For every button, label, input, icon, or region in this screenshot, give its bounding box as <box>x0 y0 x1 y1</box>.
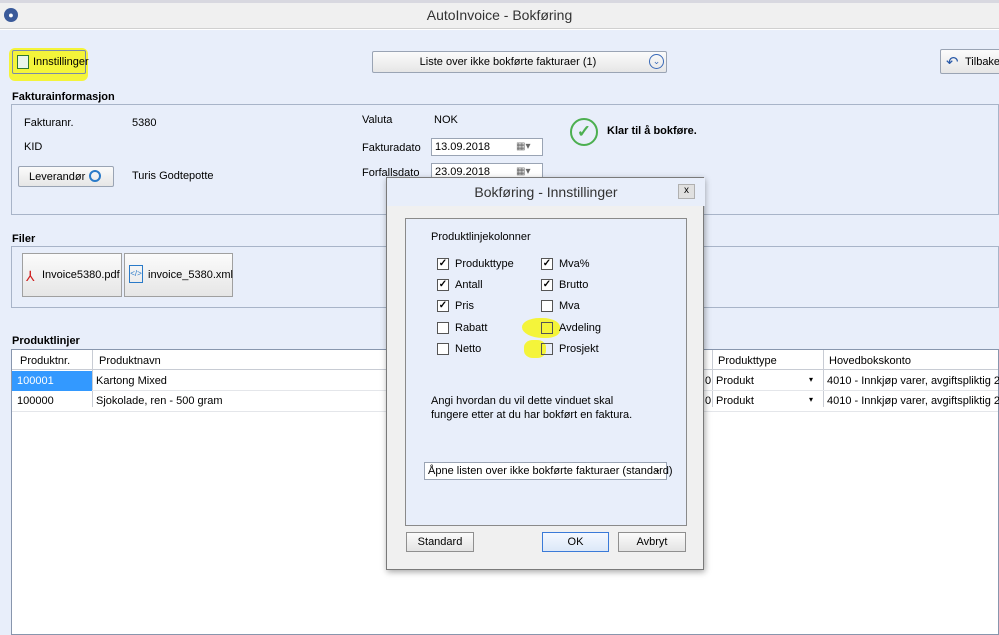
product-lines-title: Produktlinjer <box>12 335 80 347</box>
option-produkttype-label: Produkttype <box>455 258 514 270</box>
cell-product-type[interactable]: Produkt <box>716 375 754 387</box>
xml-file-icon: </> <box>129 265 143 283</box>
kid-label: KID <box>24 141 43 153</box>
after-posting-select[interactable]: Åpne listen over ikke bokførte fakturaer… <box>424 462 673 480</box>
settings-icon <box>17 55 29 69</box>
checkbox-rabatt[interactable] <box>437 322 449 334</box>
settings-button[interactable]: Innstillinger <box>12 50 89 74</box>
status-text: Klar til å bokføre. <box>607 125 697 137</box>
after-posting-value: Åpne listen over ikke bokførte fakturaer… <box>428 465 673 477</box>
invoice-list-dropdown[interactable]: Liste over ikke bokførte fakturaer (1) ⌄ <box>372 51 667 73</box>
cancel-button[interactable]: Avbryt <box>618 532 686 552</box>
invoice-list-label: Liste over ikke bokførte fakturaer (1) <box>419 56 597 68</box>
checkbox-antall[interactable]: ✓ <box>437 279 449 291</box>
checkbox-avdeling[interactable] <box>541 322 553 334</box>
cell-product-no: 100001 <box>17 375 54 387</box>
option-antall-label: Antall <box>455 279 483 291</box>
col-header-product-name[interactable]: Produktnavn <box>99 355 161 367</box>
dropdown-arrow-icon[interactable]: ▾ <box>809 375 813 384</box>
checkbox-mva-percent[interactable]: ✓ <box>541 258 553 270</box>
cancel-label: Avbryt <box>636 536 668 548</box>
chevron-down-icon: ⌄ <box>653 464 662 475</box>
invoice-info-title: Fakturainformasjon <box>12 91 115 103</box>
standard-button[interactable]: Standard <box>406 532 474 552</box>
file-pdf-button[interactable]: ⅄ Invoice5380.pdf <box>22 253 122 297</box>
checkbox-produkttype[interactable]: ✓ <box>437 258 449 270</box>
option-mva-label: Mva <box>559 300 580 312</box>
cell-product-type[interactable]: Produkt <box>716 395 754 407</box>
option-avdeling-label: Avdeling <box>559 322 601 334</box>
dialog-title-bar: Bokføring - Innstillinger x <box>387 178 705 206</box>
invoice-no-value: 5380 <box>132 117 157 129</box>
cell-product-name: Sjokolade, ren - 500 gram <box>96 395 223 407</box>
search-icon <box>89 170 101 182</box>
cell-amount-tail: 0 <box>705 375 712 387</box>
supplier-label: Leverandør <box>29 171 86 183</box>
invoice-date-label: Fakturadato <box>362 142 421 154</box>
dropdown-arrow-icon[interactable]: ▾ <box>809 395 813 404</box>
ok-label: OK <box>567 536 584 548</box>
option-netto-label: Netto <box>455 343 482 355</box>
invoice-date-field[interactable]: 13.09.2018 ▦▾ <box>431 138 543 156</box>
dialog-title: Bokføring - Innstillinger <box>474 184 618 200</box>
invoice-no-label: Fakturanr. <box>24 117 74 129</box>
checkbox-pris[interactable]: ✓ <box>437 300 449 312</box>
supplier-name: Turis Godtepotte <box>132 170 214 182</box>
window-title: AutoInvoice - Bokføring <box>426 7 573 23</box>
currency-value: NOK <box>434 114 458 126</box>
description-line-2: fungere etter at du har bokført en faktu… <box>431 409 633 421</box>
calendar-icon: ▦▾ <box>516 141 531 152</box>
settings-dialog: Bokføring - Innstillinger x Produktlinje… <box>386 177 705 570</box>
pdf-icon: ⅄ <box>26 268 35 284</box>
files-title: Filer <box>12 233 36 245</box>
back-button[interactable]: ↶ Tilbake <box>940 49 999 74</box>
dialog-close-button[interactable]: x <box>678 184 695 199</box>
dialog-body: Produktlinjekolonner ✓ Produkttype ✓ Ant… <box>405 218 687 526</box>
close-icon: x <box>684 185 689 196</box>
standard-label: Standard <box>417 536 463 548</box>
file-pdf-name: Invoice5380.pdf <box>42 269 120 281</box>
cell-product-name: Kartong Mixed <box>96 375 167 387</box>
checkbox-brutto[interactable]: ✓ <box>541 279 553 291</box>
back-label: Tilbake <box>965 56 999 68</box>
settings-label: Innstillinger <box>33 56 89 68</box>
option-brutto-label: Brutto <box>559 279 589 291</box>
option-mva-percent-label: Mva% <box>559 258 590 270</box>
option-rabatt-label: Rabatt <box>455 322 488 334</box>
file-xml-button[interactable]: </> invoice_5380.xml <box>124 253 233 297</box>
supplier-button[interactable]: Leverandør <box>18 166 114 187</box>
chevron-down-icon: ⌄ <box>649 54 664 69</box>
column-group-label: Produktlinjekolonner <box>431 231 531 243</box>
option-pris-label: Pris <box>455 300 474 312</box>
checkbox-prosjekt[interactable] <box>541 343 553 355</box>
ok-button[interactable]: OK <box>542 532 609 552</box>
currency-label: Valuta <box>362 114 393 126</box>
checkbox-mva[interactable] <box>541 300 553 312</box>
file-xml-name: invoice_5380.xml <box>148 269 233 281</box>
col-header-product-no[interactable]: Produktnr. <box>20 355 70 367</box>
checkbox-netto[interactable] <box>437 343 449 355</box>
cell-account[interactable]: 4010 - Innkjøp varer, avgiftspliktig 24%… <box>827 395 999 407</box>
description-line-1: Angi hvordan du vil dette vinduet skal <box>431 395 614 407</box>
back-arrow-icon: ↶ <box>946 54 959 71</box>
col-header-account[interactable]: Hovedbokskonto <box>829 355 911 367</box>
col-header-product-type[interactable]: Produkttype <box>718 355 777 367</box>
cell-account[interactable]: 4010 - Innkjøp varer, avgiftspliktig 24%… <box>827 375 999 387</box>
calendar-icon: ▦▾ <box>516 166 531 177</box>
status-check-icon: ✓ <box>570 118 598 146</box>
cell-amount-tail: 0 <box>705 395 712 407</box>
invoice-date-value: 13.09.2018 <box>435 141 491 153</box>
cell-product-no: 100000 <box>17 395 54 407</box>
option-prosjekt-label: Prosjekt <box>559 343 599 355</box>
title-bar: ● AutoInvoice - Bokføring <box>0 3 999 29</box>
